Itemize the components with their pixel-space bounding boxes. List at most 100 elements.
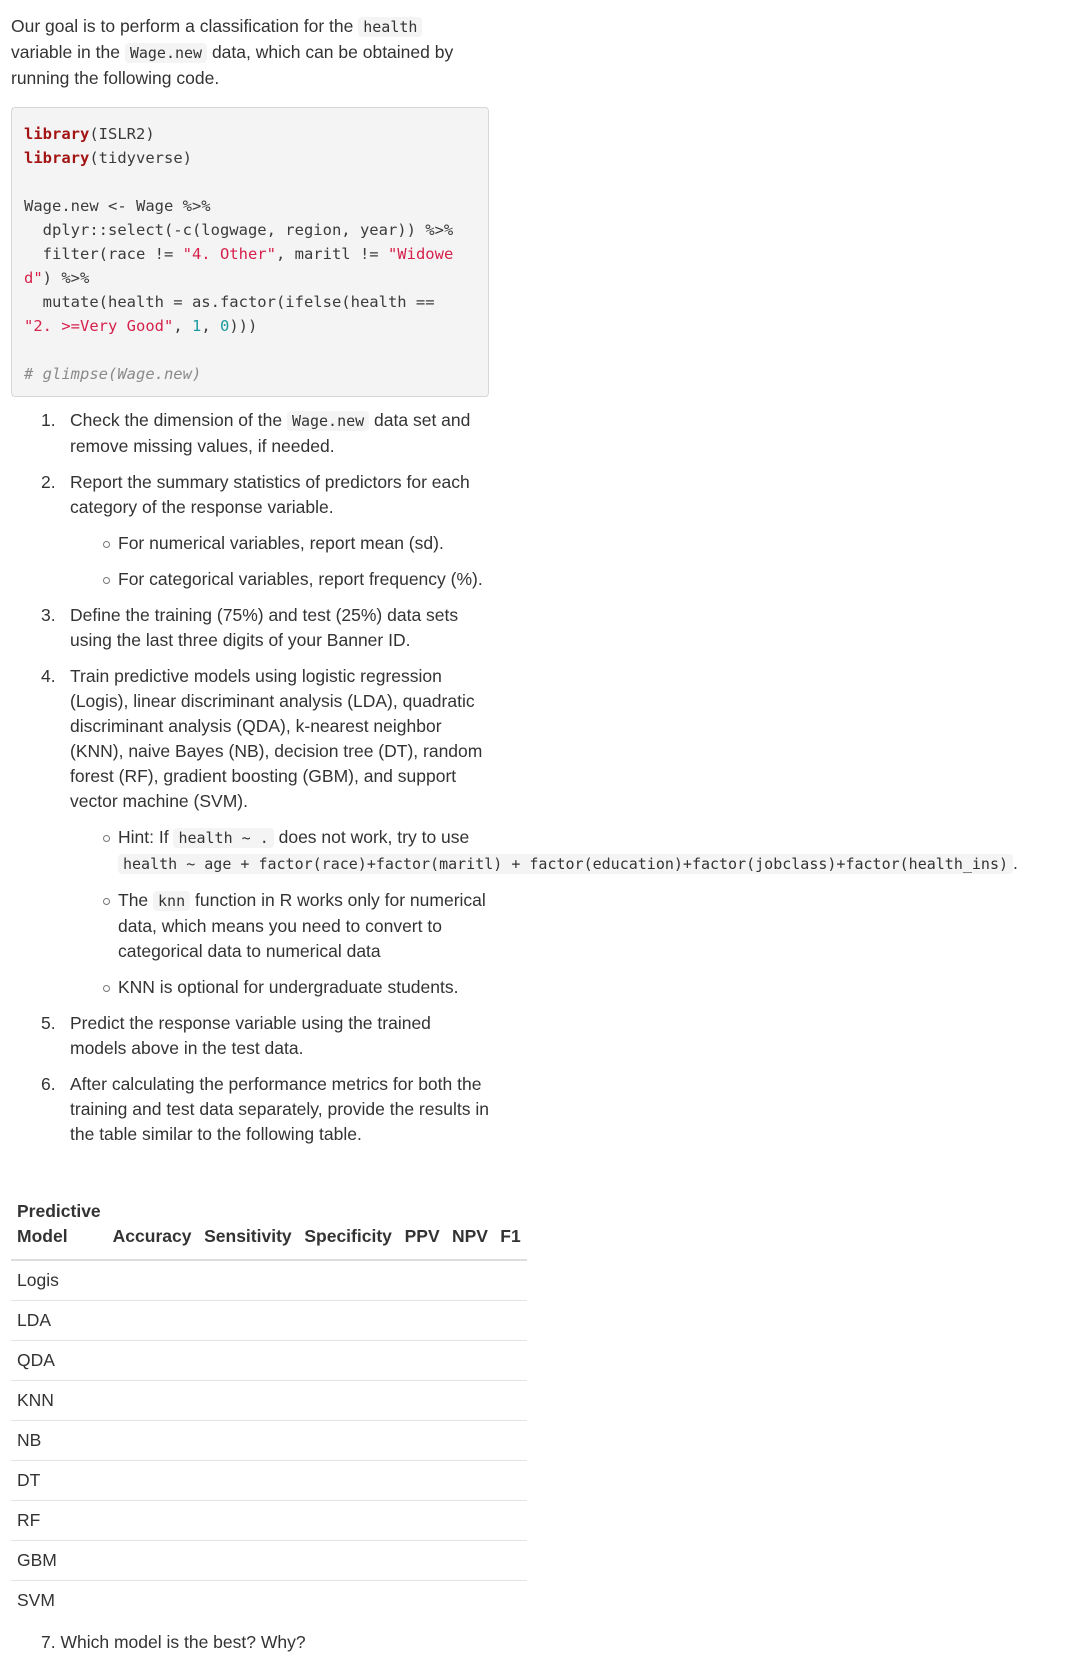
metric-cell bbox=[494, 1260, 527, 1301]
code-line: Wage.new <- Wage %>% bbox=[24, 194, 476, 218]
metric-cell bbox=[298, 1500, 399, 1541]
model-name-cell: KNN bbox=[11, 1380, 107, 1421]
metric-cell bbox=[198, 1500, 299, 1541]
metric-cell bbox=[106, 1460, 199, 1501]
metric-cell bbox=[106, 1380, 199, 1421]
task-text: After calculating the performance metric… bbox=[70, 1074, 489, 1144]
table-row: DT bbox=[11, 1460, 527, 1501]
metric-cell bbox=[198, 1581, 298, 1621]
metric-cell bbox=[398, 1420, 446, 1461]
metric-cell bbox=[398, 1500, 446, 1541]
task-item-7: 7. Which model is the best? Why? bbox=[41, 1630, 306, 1655]
code-token-plain: , maritl != bbox=[275, 245, 388, 263]
metric-cell bbox=[398, 1340, 446, 1381]
subtask-text: . bbox=[1013, 853, 1018, 873]
code-token-str: "Widowe bbox=[387, 245, 454, 263]
task-item-3: 3. Define the training (75%) and test (2… bbox=[11, 603, 491, 653]
table-row: SVM bbox=[11, 1581, 527, 1621]
metric-cell bbox=[446, 1581, 494, 1621]
bullet-icon bbox=[103, 898, 110, 905]
metric-cell bbox=[398, 1260, 446, 1301]
task-number: 4. bbox=[41, 666, 56, 686]
metric-cell bbox=[298, 1380, 399, 1421]
metric-cell bbox=[106, 1340, 199, 1381]
metric-cell bbox=[298, 1260, 399, 1301]
metric-cell bbox=[445, 1420, 495, 1461]
task-text: Predict the response variable using the … bbox=[70, 1013, 431, 1058]
task-text: Check the dimension of the bbox=[70, 410, 287, 430]
subtask-list: Hint: If health ~ . does not work, try t… bbox=[70, 825, 1018, 1000]
code-token-plain: , bbox=[201, 317, 220, 335]
task-number: 5. bbox=[41, 1013, 56, 1033]
inline-code-knn: knn bbox=[153, 891, 191, 911]
metric-cell bbox=[445, 1500, 495, 1541]
metric-cell bbox=[198, 1300, 299, 1341]
table-row: KNN bbox=[11, 1380, 527, 1421]
header-ppv: PPV bbox=[398, 1195, 446, 1261]
metric-cell bbox=[398, 1380, 446, 1421]
table-row: GBM bbox=[11, 1540, 527, 1581]
subtask-optional: KNN is optional for undergraduate studen… bbox=[70, 975, 491, 1000]
metric-cell bbox=[398, 1300, 446, 1341]
inline-code-formula-dot: health ~ . bbox=[173, 828, 274, 848]
subtask-text: does not work, try to use bbox=[273, 827, 470, 847]
intro-text: Our goal is to perform a classification … bbox=[11, 16, 359, 36]
metric-cell bbox=[494, 1340, 527, 1381]
metric-cell bbox=[398, 1460, 446, 1501]
subtask-item: For numerical variables, report mean (sd… bbox=[70, 531, 491, 556]
table-row: RF bbox=[11, 1500, 527, 1541]
model-name-cell: RF bbox=[11, 1500, 107, 1541]
code-token-plain: ) %>% bbox=[42, 269, 90, 287]
metric-cell bbox=[445, 1460, 495, 1501]
table-header-row: Predictive Model Accuracy Sensitivity Sp… bbox=[11, 1195, 527, 1261]
metric-cell bbox=[445, 1380, 495, 1421]
metric-cell bbox=[398, 1540, 446, 1581]
bullet-icon bbox=[103, 985, 110, 992]
code-token-str: d" bbox=[24, 269, 43, 287]
model-name-cell: DT bbox=[11, 1460, 107, 1501]
table-row: QDA bbox=[11, 1340, 527, 1381]
code-line: mutate(health = as.factor(ifelse(health … bbox=[24, 290, 476, 314]
metric-cell bbox=[298, 1540, 399, 1581]
metric-cell bbox=[198, 1260, 299, 1301]
code-line: filter(race != "4. Other", maritl != "Wi… bbox=[24, 242, 476, 266]
bullet-icon bbox=[103, 541, 110, 548]
metric-cell bbox=[198, 1420, 299, 1461]
code-line: library(tidyverse) bbox=[24, 146, 476, 170]
metric-cell bbox=[198, 1340, 299, 1381]
metric-cell bbox=[494, 1380, 527, 1421]
subtask-knn-note: The knn function in R works only for num… bbox=[70, 888, 491, 964]
r-code-block[interactable]: library (ISLR2) library(tidyverse) Wage.new… bbox=[11, 107, 489, 397]
model-name-cell: QDA bbox=[11, 1340, 107, 1381]
bullet-icon bbox=[103, 835, 110, 842]
code-token-plain: (ISLR2) bbox=[89, 125, 155, 143]
task-item-5: 5. Predict the response variable using t… bbox=[11, 1011, 491, 1061]
subtask-text: Hint: If bbox=[118, 827, 174, 847]
subtask-list: For numerical variables, report mean (sd… bbox=[70, 531, 491, 592]
metric-cell bbox=[298, 1300, 399, 1341]
header-f1: F1 bbox=[494, 1195, 527, 1261]
model-name-cell: SVM bbox=[17, 1590, 55, 1610]
metric-cell bbox=[198, 1380, 299, 1421]
metric-cell bbox=[445, 1260, 495, 1301]
metric-cell bbox=[494, 1300, 527, 1341]
metric-cell bbox=[106, 1300, 199, 1341]
metric-cell bbox=[106, 1260, 199, 1301]
subtask-text: For numerical variables, report mean (sd… bbox=[118, 533, 444, 553]
metric-cell bbox=[107, 1581, 198, 1621]
metric-cell bbox=[399, 1581, 446, 1621]
task-number: 6. bbox=[41, 1074, 56, 1094]
code-line: d") %>% bbox=[24, 266, 476, 290]
inline-code-wage-new: Wage.new bbox=[286, 411, 370, 431]
task-text: Which model is the best? Why? bbox=[60, 1632, 306, 1652]
code-token-kw: library bbox=[24, 149, 90, 167]
code-token-plain: , bbox=[173, 317, 192, 335]
table-body: Logis LDA QDA KNN NB DT RF GBM SVM bbox=[11, 1260, 527, 1620]
task-number: 1. bbox=[41, 410, 56, 430]
code-token-plain: filter(race != bbox=[24, 245, 183, 263]
code-token-str: "4. Other" bbox=[182, 245, 276, 263]
inline-code-formula-full: health ~ age + factor(race)+factor(marit… bbox=[118, 854, 1014, 874]
header-predictive-model: Predictive Model bbox=[11, 1195, 107, 1261]
code-line: # glimpse(Wage.new) bbox=[24, 362, 476, 386]
